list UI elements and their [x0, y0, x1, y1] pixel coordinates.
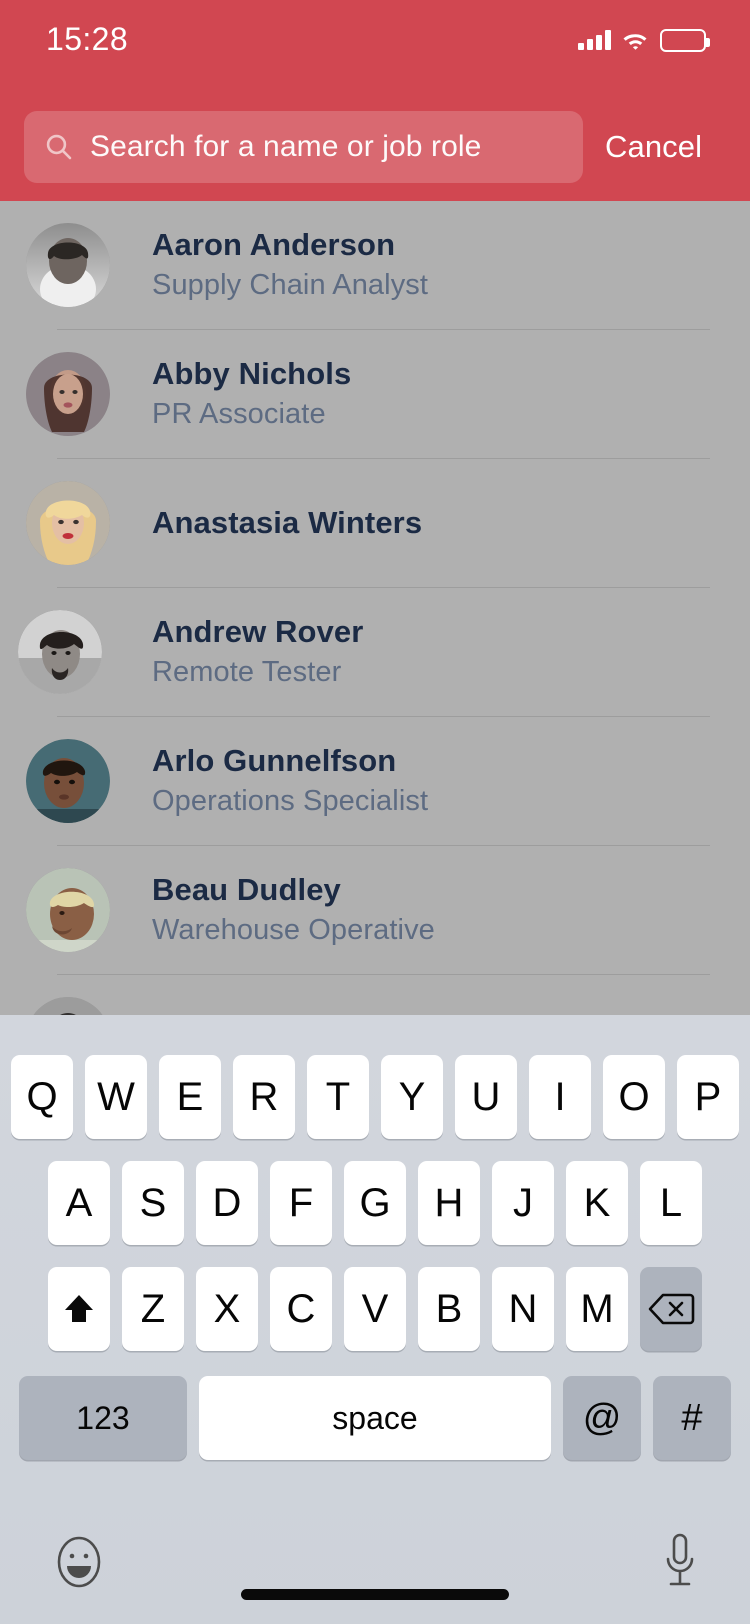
keyboard-bottom-bar — [0, 1499, 750, 1624]
shift-up-arrow-icon — [65, 1295, 93, 1322]
avatar — [26, 739, 110, 823]
search-input[interactable]: Search for a name or job role — [24, 111, 583, 183]
key-n[interactable]: N — [492, 1267, 554, 1351]
key-j[interactable]: J — [492, 1161, 554, 1245]
list-item[interactable]: Arlo Gunnelfson Operations Specialist — [0, 717, 750, 845]
list-item-text: Beau Dudley Warehouse Operative — [152, 871, 435, 948]
key-k[interactable]: K — [566, 1161, 628, 1245]
keyboard-row-3: Z X C V B N M — [0, 1245, 750, 1351]
list-item[interactable]: Anastasia Winters — [0, 459, 750, 587]
avatar — [26, 997, 110, 1015]
key-d[interactable]: D — [196, 1161, 258, 1245]
avatar-photo-icon — [26, 868, 110, 952]
avatar-photo-icon — [26, 739, 110, 823]
contact-name: Anastasia Winters — [152, 505, 423, 541]
key-p[interactable]: P — [677, 1055, 739, 1139]
status-bar-time: 15:28 — [46, 20, 129, 57]
key-l[interactable]: L — [640, 1161, 702, 1245]
key-y[interactable]: Y — [381, 1055, 443, 1139]
battery-full-icon — [660, 28, 710, 52]
contact-role: PR Associate — [152, 398, 326, 431]
contact-role: Warehouse Operative — [152, 914, 435, 947]
virtual-keyboard[interactable]: Q W E R T Y U I O P A S D F G H J K L Z … — [0, 1015, 750, 1624]
key-h[interactable]: H — [418, 1161, 480, 1245]
search-icon — [46, 134, 72, 160]
microphone-icon[interactable] — [660, 1531, 700, 1593]
key-o[interactable]: O — [603, 1055, 665, 1139]
wifi-icon — [623, 34, 647, 50]
key-e[interactable]: E — [159, 1055, 221, 1139]
avatar — [18, 610, 102, 694]
cellular-signal-icon — [578, 30, 611, 50]
key-g[interactable]: G — [344, 1161, 406, 1245]
contact-name: Beau Dudley — [152, 872, 341, 908]
contact-name: Arlo Gunnelfson — [152, 743, 397, 779]
app-header: 15:28 Search for a name or job role Canc… — [0, 0, 750, 201]
avatar — [26, 352, 110, 436]
key-t[interactable]: T — [307, 1055, 369, 1139]
key-f[interactable]: F — [270, 1161, 332, 1245]
status-bar: 15:28 — [0, 0, 750, 72]
phone-screen: Aaron Anderson Supply Chain Analyst Abby… — [0, 0, 750, 1624]
backspace-delete-icon — [648, 1293, 695, 1325]
avatar — [26, 868, 110, 952]
backspace-key[interactable] — [640, 1267, 702, 1351]
space-key[interactable]: space — [199, 1376, 551, 1460]
contact-role: Supply Chain Analyst — [152, 269, 429, 302]
list-item[interactable]: Andrew Rover Remote Tester — [0, 588, 750, 716]
contact-role: Operations Specialist — [152, 785, 429, 818]
key-c[interactable]: C — [270, 1267, 332, 1351]
shift-key[interactable] — [48, 1267, 110, 1351]
at-key[interactable]: @ — [563, 1376, 641, 1460]
key-u[interactable]: U — [455, 1055, 517, 1139]
key-b[interactable]: B — [418, 1267, 480, 1351]
key-w[interactable]: W — [85, 1055, 147, 1139]
avatar — [26, 481, 110, 565]
list-item[interactable]: Beau Dudley Warehouse Operative — [0, 846, 750, 974]
key-x[interactable]: X — [196, 1267, 258, 1351]
avatar-photo-icon — [26, 481, 110, 565]
key-q[interactable]: Q — [11, 1055, 73, 1139]
contact-list[interactable]: Aaron Anderson Supply Chain Analyst Abby… — [0, 201, 750, 1015]
emoji-smiley-icon[interactable] — [50, 1533, 108, 1591]
key-a[interactable]: A — [48, 1161, 110, 1245]
list-item-text: Abby Nichols PR Associate — [152, 355, 351, 432]
key-i[interactable]: I — [529, 1055, 591, 1139]
list-item-text: Andrew Rover Remote Tester — [152, 613, 363, 690]
status-bar-icons — [578, 28, 710, 52]
avatar-photo-icon — [26, 223, 110, 307]
key-s[interactable]: S — [122, 1161, 184, 1245]
avatar-photo-icon — [26, 352, 110, 436]
keyboard-row-2: A S D F G H J K L — [0, 1139, 750, 1245]
contact-name: Abby Nichols — [152, 356, 352, 392]
keyboard-row-4: 123 space @ # — [0, 1351, 750, 1460]
list-item[interactable]: Aaron Anderson Supply Chain Analyst — [0, 201, 750, 329]
search-row: Search for a name or job role Cancel — [0, 111, 750, 183]
key-r[interactable]: R — [233, 1055, 295, 1139]
search-placeholder: Search for a name or job role — [90, 130, 482, 163]
avatar — [26, 223, 110, 307]
contact-role: Remote Tester — [152, 656, 342, 689]
numbers-key[interactable]: 123 — [19, 1376, 187, 1460]
list-item-text: Anastasia Winters — [152, 504, 422, 542]
key-z[interactable]: Z — [122, 1267, 184, 1351]
cancel-button[interactable]: Cancel — [605, 129, 702, 165]
list-item[interactable] — [0, 975, 750, 1015]
key-m[interactable]: M — [566, 1267, 628, 1351]
keyboard-row-1: Q W E R T Y U I O P — [0, 1015, 750, 1139]
key-v[interactable]: V — [344, 1267, 406, 1351]
list-item-text: Aaron Anderson Supply Chain Analyst — [152, 226, 428, 303]
contact-name: Andrew Rover — [152, 614, 364, 650]
home-indicator — [241, 1589, 509, 1600]
hash-key[interactable]: # — [653, 1376, 731, 1460]
contact-name: Aaron Anderson — [152, 227, 396, 263]
avatar-photo-icon — [18, 610, 102, 694]
list-item-text: Arlo Gunnelfson Operations Specialist — [152, 742, 428, 819]
list-item[interactable]: Abby Nichols PR Associate — [0, 330, 750, 458]
avatar-photo-icon — [26, 997, 110, 1015]
